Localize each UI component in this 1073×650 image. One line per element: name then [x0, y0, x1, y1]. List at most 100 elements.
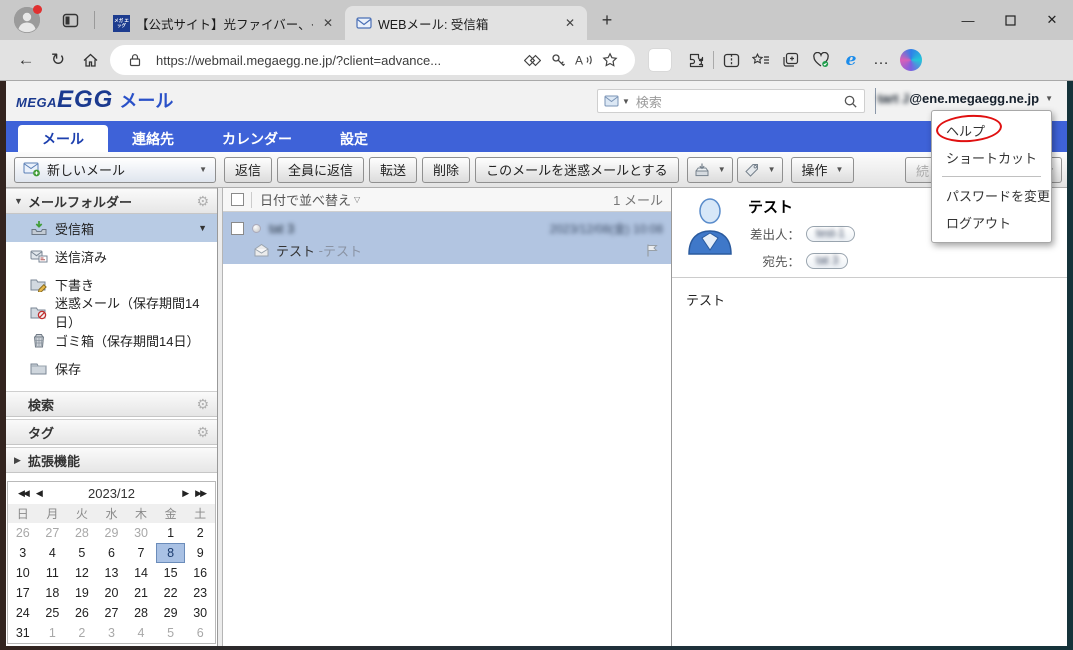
calendar-day[interactable]: 23	[185, 583, 215, 603]
new-mail-button[interactable]: 新しいメール ▼	[14, 157, 216, 183]
archive-button[interactable]: ▼	[687, 157, 733, 183]
calendar-day[interactable]: 4	[126, 623, 156, 643]
flag-icon[interactable]	[645, 243, 659, 258]
calendar-day[interactable]: 3	[8, 543, 38, 563]
favorite-star-icon[interactable]	[597, 48, 623, 72]
tab-close-icon[interactable]: ✕	[319, 14, 337, 32]
calendar-day[interactable]: 19	[67, 583, 97, 603]
calendar-day[interactable]: 5	[67, 543, 97, 563]
toolbar-button-4[interactable]: このメールを迷惑メールとする	[475, 157, 679, 183]
calendar-day[interactable]: 27	[38, 523, 68, 543]
url-text[interactable]: https://webmail.megaegg.ne.jp/?client=ad…	[156, 53, 519, 68]
calendar-day[interactable]: 1	[38, 623, 68, 643]
calendar-day[interactable]: 29	[156, 603, 186, 623]
minimize-button[interactable]: —	[947, 0, 989, 40]
calendar-day[interactable]: 13	[97, 563, 127, 583]
tab-actions-icon[interactable]	[56, 6, 84, 34]
triangle-down-icon[interactable]: ▼	[14, 196, 28, 206]
from-contact-pill[interactable]: test-1	[806, 226, 855, 242]
section-header-検索[interactable]: 検索⚙	[6, 391, 217, 417]
calendar-day[interactable]: 16	[185, 563, 215, 583]
calendar-day[interactable]: 2	[67, 623, 97, 643]
toolbar-button-2[interactable]: 転送	[369, 157, 417, 183]
tab-close-icon[interactable]: ✕	[561, 14, 579, 32]
calendar-day[interactable]: 28	[126, 603, 156, 623]
calendar-day[interactable]: 6	[185, 623, 215, 643]
calendar-day[interactable]: 29	[97, 523, 127, 543]
section-header-タグ[interactable]: タグ⚙	[6, 419, 217, 445]
toolbar-button-1[interactable]: 全員に返信	[277, 157, 364, 183]
read-status-dot[interactable]	[252, 224, 261, 233]
folders-section-header[interactable]: ▼ メールフォルダー ⚙	[6, 188, 217, 214]
next-year-icon[interactable]: ▶▶	[191, 488, 209, 499]
chevron-down-icon[interactable]: ▼	[198, 223, 207, 233]
calendar-day[interactable]: 28	[67, 523, 97, 543]
calendar-day[interactable]: 30	[126, 523, 156, 543]
search-input[interactable]: ▼ 検索	[597, 89, 865, 113]
maximize-button[interactable]	[989, 0, 1031, 40]
folder-保存[interactable]: 保存	[6, 354, 217, 382]
back-icon[interactable]: ←	[10, 45, 42, 75]
sort-caret-icon[interactable]: ▽	[354, 195, 360, 204]
calendar-day[interactable]: 6	[97, 543, 127, 563]
calendar-day[interactable]: 1	[156, 523, 186, 543]
calendar-day[interactable]: 17	[8, 583, 38, 603]
calendar-day[interactable]: 25	[38, 603, 68, 623]
more-menu-icon[interactable]: …	[866, 46, 896, 74]
calendar-day[interactable]: 31	[8, 623, 38, 643]
favorites-bar-icon[interactable]	[746, 46, 776, 74]
section-header-拡張機能[interactable]: ▶拡張機能	[6, 447, 217, 473]
actions-button[interactable]: 操作 ▼	[791, 157, 855, 183]
calendar-day[interactable]: 22	[156, 583, 186, 603]
select-all-checkbox[interactable]	[231, 193, 244, 206]
calendar-day[interactable]: 18	[38, 583, 68, 603]
folder-受信箱[interactable]: 受信箱▼	[6, 214, 217, 242]
new-tab-button[interactable]: +	[593, 6, 621, 34]
ie-mode-icon[interactable]: e	[836, 46, 866, 74]
extensions-puzzle-icon[interactable]	[681, 46, 711, 74]
calendar-day[interactable]: 12	[67, 563, 97, 583]
nav-tab-メール[interactable]: メール	[18, 125, 108, 152]
calendar-day-selected[interactable]: 8	[156, 543, 186, 563]
mail-checkbox[interactable]	[231, 222, 244, 235]
calendar-day[interactable]: 4	[38, 543, 68, 563]
refresh-icon[interactable]: ↻	[42, 45, 74, 75]
browser-essentials-icon[interactable]	[806, 46, 836, 74]
tag-button[interactable]: ▼	[737, 157, 783, 183]
calendar-day[interactable]: 2	[185, 523, 215, 543]
toolbar-button-0[interactable]: 返信	[224, 157, 272, 183]
calendar-day[interactable]: 5	[156, 623, 186, 643]
lock-icon[interactable]	[122, 48, 148, 72]
browser-tab-2[interactable]: WEBメール: 受信箱 ✕	[345, 6, 587, 40]
nav-tab-設定[interactable]: 設定	[316, 125, 392, 152]
home-icon[interactable]	[74, 45, 106, 75]
to-contact-pill[interactable]: tat 3	[806, 253, 848, 269]
menu-item-change-password[interactable]: パスワードを変更	[932, 182, 1051, 209]
menu-item-shortcut[interactable]: ショートカット	[932, 144, 1051, 171]
calendar-day[interactable]: 30	[185, 603, 215, 623]
menu-item-logout[interactable]: ログアウト	[932, 209, 1051, 236]
calendar-day[interactable]: 7	[126, 543, 156, 563]
calendar-day[interactable]: 26	[67, 603, 97, 623]
calendar-day[interactable]: 20	[97, 583, 127, 603]
calendar-day[interactable]: 27	[97, 603, 127, 623]
sort-button[interactable]: 日付で並べ替え	[260, 190, 351, 209]
calendar-day[interactable]: 9	[185, 543, 215, 563]
browser-tab-1[interactable]: メガ エッグ 【公式サイト】光ファイバー、インターネ ✕	[103, 6, 345, 40]
calendar-day[interactable]: 3	[97, 623, 127, 643]
prev-month-icon[interactable]: ◀	[32, 488, 45, 499]
mail-list-item[interactable]: tat 3 2023/12/08(金) 10:08 テスト - テスト	[223, 212, 671, 264]
extension-icon[interactable]	[649, 49, 671, 71]
calendar-day[interactable]: 21	[126, 583, 156, 603]
calendar-day[interactable]: 11	[38, 563, 68, 583]
key-icon[interactable]	[545, 48, 571, 72]
search-icon[interactable]	[843, 94, 858, 109]
read-aloud-icon[interactable]: A	[571, 48, 597, 72]
menu-item-help[interactable]: ヘルプ	[932, 117, 1051, 144]
profile-avatar[interactable]	[14, 7, 40, 33]
prev-year-icon[interactable]: ◀◀	[14, 488, 32, 499]
copilot-icon[interactable]	[900, 49, 922, 71]
tab-group-icon[interactable]	[776, 46, 806, 74]
gear-icon[interactable]: ⚙	[196, 424, 209, 441]
toolbar-button-3[interactable]: 削除	[422, 157, 470, 183]
